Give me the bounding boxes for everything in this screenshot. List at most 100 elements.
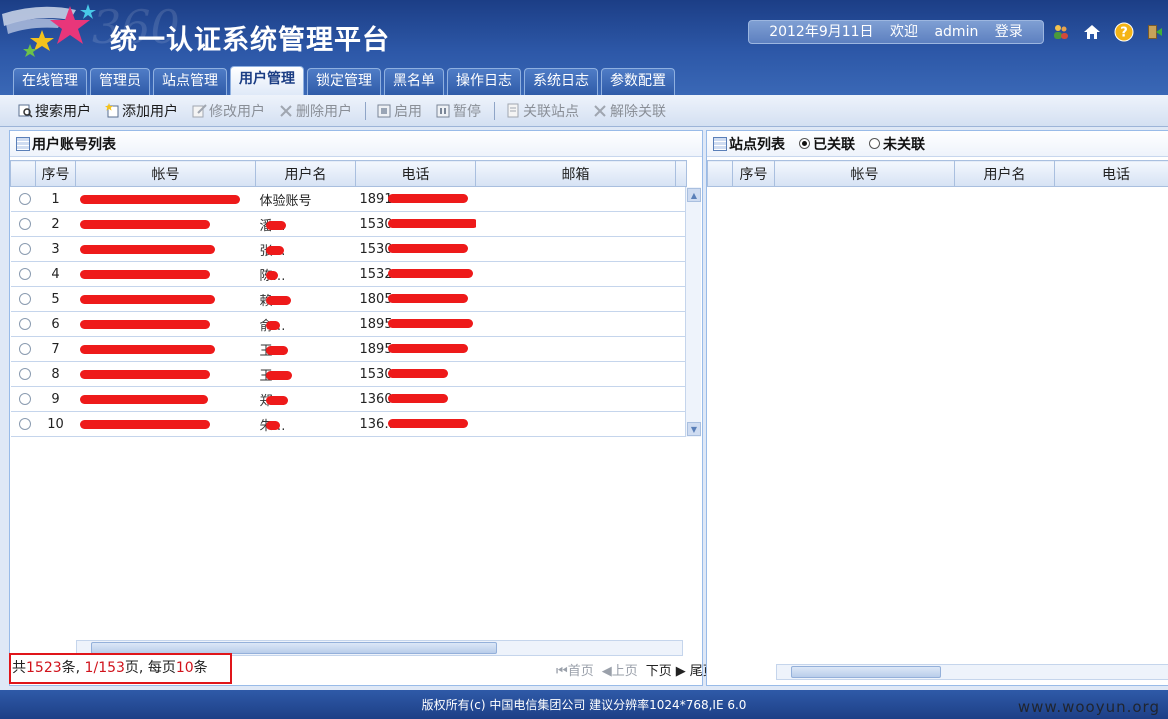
column-header[interactable]: 邮箱 bbox=[475, 160, 676, 187]
column-header[interactable]: 用户名 bbox=[954, 160, 1055, 187]
row-index: 4 bbox=[35, 261, 76, 287]
unlinked-radio[interactable]: 未关联 bbox=[869, 134, 925, 154]
scroll-down-icon[interactable]: ▼ bbox=[687, 422, 701, 436]
tab-4[interactable]: 锁定管理 bbox=[307, 68, 381, 95]
username-cell: 潘… bbox=[255, 211, 356, 237]
row-select-cell[interactable] bbox=[10, 361, 36, 387]
column-header[interactable]: 用户名 bbox=[255, 160, 356, 187]
search-user-button[interactable]: 搜索用户 bbox=[17, 101, 91, 121]
unlink-button[interactable]: 解除关联 bbox=[592, 101, 666, 121]
row-select-cell[interactable] bbox=[10, 386, 36, 412]
table-row[interactable]: 101360…@zjdx朱…136… bbox=[10, 411, 687, 437]
delete-user-button[interactable]: 删除用户 bbox=[278, 101, 352, 121]
add-user-button[interactable]: 添加用户 bbox=[104, 101, 178, 121]
next-page-button[interactable]: 下页 ▶ bbox=[646, 660, 686, 679]
column-header[interactable]: 电话 bbox=[355, 160, 476, 187]
row-radio[interactable] bbox=[18, 418, 31, 430]
table-row[interactable]: 61895…@zjdx俞…1895… bbox=[10, 311, 687, 337]
row-select-cell[interactable] bbox=[10, 261, 36, 287]
tab-7[interactable]: 系统日志 bbox=[524, 68, 598, 95]
redaction-mark bbox=[79, 194, 240, 204]
table-row[interactable]: 71895…@zjdx王…1895… bbox=[10, 336, 687, 362]
table-row[interactable]: 11891…@zjdx体验账号1891… bbox=[10, 186, 687, 212]
unlink-icon bbox=[592, 103, 608, 119]
user-table-vscroll[interactable]: ▲ ▼ bbox=[685, 187, 701, 437]
row-index: 9 bbox=[35, 386, 76, 412]
exit-icon[interactable] bbox=[1144, 22, 1164, 42]
column-header[interactable]: 帐号 bbox=[75, 160, 256, 187]
linked-radio[interactable]: 已关联 bbox=[799, 134, 855, 154]
add-user-label: 添加用户 bbox=[122, 103, 178, 120]
redaction-mark bbox=[265, 320, 280, 330]
table-row[interactable]: 51805…@zjdx赖…1805… bbox=[10, 286, 687, 312]
tab-5[interactable]: 黑名单 bbox=[384, 68, 444, 95]
edit-user-button[interactable]: 修改用户 bbox=[191, 101, 265, 121]
column-header[interactable]: 序号 bbox=[732, 160, 775, 187]
redaction-mark bbox=[387, 393, 448, 403]
row-select-cell[interactable] bbox=[10, 236, 36, 262]
table-row[interactable]: 31530…@zjdx张…1530… bbox=[10, 236, 687, 262]
prev-page-label: 上页 bbox=[611, 664, 638, 679]
row-select-cell[interactable] bbox=[10, 211, 36, 237]
row-select-cell[interactable] bbox=[10, 311, 36, 337]
first-page-button[interactable]: ⏮首页 bbox=[556, 660, 598, 679]
email-cell bbox=[475, 386, 676, 412]
table-row[interactable]: 81530…@zjdx王…1530… bbox=[10, 361, 687, 387]
redaction-mark bbox=[79, 294, 215, 304]
pause-button[interactable]: 暂停 bbox=[435, 101, 481, 121]
link-site-button[interactable]: 关联站点 bbox=[505, 101, 579, 121]
redaction-mark bbox=[265, 420, 280, 430]
tab-6[interactable]: 操作日志 bbox=[447, 68, 521, 95]
hscroll-thumb[interactable] bbox=[791, 666, 941, 678]
tab-3[interactable]: 用户管理 bbox=[230, 66, 304, 95]
tab-1[interactable]: 管理员 bbox=[90, 68, 150, 95]
users-icon[interactable] bbox=[1051, 22, 1071, 42]
table-row[interactable]: 91360…@zjdx郑…1360… bbox=[10, 386, 687, 412]
scroll-up-icon[interactable]: ▲ bbox=[687, 188, 701, 202]
row-select-cell[interactable] bbox=[10, 286, 36, 312]
row-index: 7 bbox=[35, 336, 76, 362]
row-radio[interactable] bbox=[18, 393, 31, 405]
first-page-label: 首页 bbox=[567, 664, 594, 679]
row-select-cell[interactable] bbox=[10, 411, 36, 437]
row-radio[interactable] bbox=[18, 343, 31, 355]
account-cell: 1530…@zjdx bbox=[75, 361, 256, 387]
redaction-mark bbox=[265, 220, 286, 230]
row-radio[interactable] bbox=[18, 268, 31, 280]
account-cell: 1360…@zjdx bbox=[75, 386, 256, 412]
edit-icon bbox=[191, 103, 207, 119]
row-radio[interactable] bbox=[18, 293, 31, 305]
redaction-mark bbox=[387, 243, 468, 253]
row-radio[interactable] bbox=[18, 193, 31, 205]
username-cell: 赖… bbox=[255, 286, 356, 312]
row-select-cell[interactable] bbox=[10, 186, 36, 212]
column-header[interactable]: 帐号 bbox=[774, 160, 955, 187]
row-radio[interactable] bbox=[18, 318, 31, 330]
table-row[interactable]: 41532…@zjdx陈…1532… bbox=[10, 261, 687, 287]
column-header[interactable]: 电话 bbox=[1054, 160, 1168, 187]
user-table-header: 序号 帐号 用户名 电话 邮箱 bbox=[10, 160, 687, 187]
row-radio[interactable] bbox=[18, 243, 31, 255]
tab-8[interactable]: 参数配置 bbox=[601, 68, 675, 95]
column-header[interactable]: 序号 bbox=[35, 160, 76, 187]
footer-copyright: 版权所有(c) 中国电信集团公司 建议分辨率1024*768,IE 6.0 bbox=[421, 698, 747, 712]
row-radio[interactable] bbox=[18, 218, 31, 230]
redaction-mark bbox=[265, 245, 284, 255]
prev-page-button[interactable]: ◀上页 bbox=[602, 660, 642, 679]
table-row[interactable]: 21530…@zjdx潘…1530… bbox=[10, 211, 687, 237]
home-icon[interactable] bbox=[1082, 22, 1102, 42]
help-icon[interactable]: ? bbox=[1114, 22, 1134, 42]
total-pages: 153 bbox=[98, 660, 125, 676]
enable-button[interactable]: 启用 bbox=[376, 101, 422, 121]
tab-2[interactable]: 站点管理 bbox=[153, 68, 227, 95]
summary-text: 条 bbox=[193, 660, 208, 676]
username-cell: 张… bbox=[255, 236, 356, 262]
row-radio[interactable] bbox=[18, 368, 31, 380]
record-summary: 共1523条, 1/153页, 每页10条 bbox=[9, 653, 232, 684]
row-select-cell[interactable] bbox=[10, 336, 36, 362]
phone-cell: 1360… bbox=[355, 386, 476, 412]
site-table-hscroll[interactable] bbox=[776, 664, 1168, 680]
login-link[interactable]: 登录 bbox=[995, 24, 1023, 40]
tab-0[interactable]: 在线管理 bbox=[13, 68, 87, 95]
redaction-mark bbox=[265, 295, 291, 305]
